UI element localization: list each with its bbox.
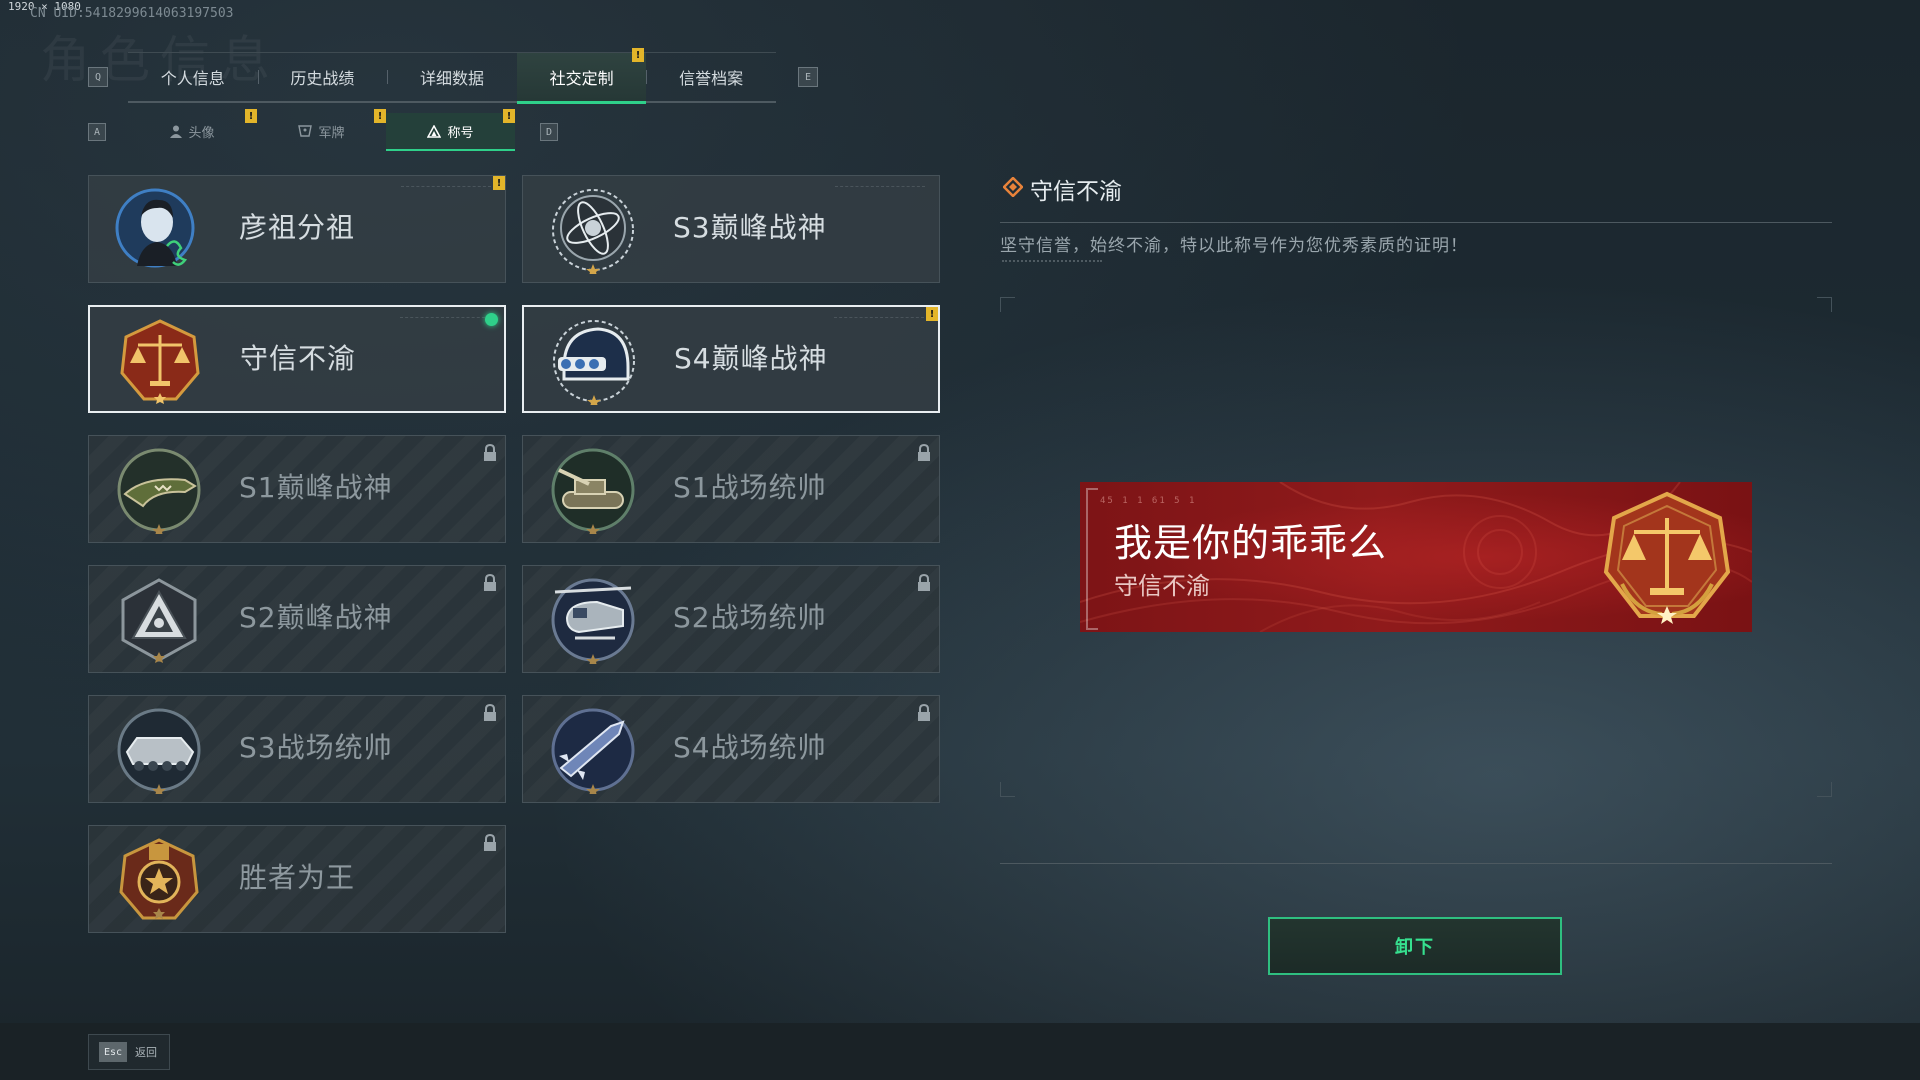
card-decoration [834,317,924,320]
person-icon [170,125,183,138]
detail-title: 守信不渝 [1030,179,1122,205]
lock-icon [918,704,930,721]
tab-alert-badge: ! [632,48,644,62]
title-card-locked[interactable]: S1巅峰战神 [88,435,506,543]
missile-emblem [551,708,635,794]
title-name: S4战场统帅 [673,731,827,764]
lock-icon [484,834,496,851]
subtab-dogtag[interactable]: 军牌 ! [257,109,386,149]
title-card[interactable]: S3巅峰战神 [522,175,940,283]
justice-scales-emblem [120,319,200,404]
diamond-icon [1003,177,1023,197]
title-name: S1战场统帅 [673,471,827,504]
subtab-dogtag-label: 军牌 [318,125,345,141]
title-name: S2巅峰战神 [239,601,393,634]
plate-bracket [1086,488,1098,630]
armillary-globe-emblem [552,189,634,274]
plate-title: 守信不渝 [1114,572,1210,600]
armored-vehicle-emblem [117,708,201,794]
footer-bar [0,1023,1920,1080]
subtab-alert-badge: ! [245,109,257,123]
title-card-locked[interactable]: 胜者为王 [88,825,506,933]
tab-social-customization[interactable]: 社交定制 [516,53,647,104]
nameplate-preview: 45 1 1 61 5 1 我是你的乖乖么 守信不渝 [1080,482,1752,632]
tab-detailed-stats[interactable]: 详细数据 [387,53,517,101]
next-subtab-key-hint[interactable]: D [540,123,558,141]
detail-bottom-divider [1000,863,1832,864]
tab-credit-record[interactable]: 信誉档案 [646,53,776,101]
card-decoration [400,317,490,320]
main-tab-bar: 个人信息 历史战绩 详细数据 社交定制 信誉档案 [128,52,776,104]
portrait-signature-emblem [115,188,195,268]
card-decoration [401,186,491,189]
back-button[interactable]: Esc 返回 [88,1034,170,1070]
hazard-triangle-emblem [121,578,197,663]
lock-icon [484,704,496,721]
subtab-title[interactable]: 称号 ! [386,109,515,151]
detail-divider [1000,222,1832,223]
title-name: S2战场统帅 [673,601,827,634]
title-card[interactable]: 彦祖分祖 ! [88,175,506,283]
tab-match-history[interactable]: 历史战绩 [257,53,388,101]
equipped-indicator-dot [485,313,498,326]
title-card-selected[interactable]: S4巅峰战神 ! [522,305,940,413]
back-label: 返回 [135,1046,157,1059]
title-name: S1巅峰战神 [239,471,393,504]
lock-icon [918,574,930,591]
tank-emblem [551,448,635,534]
title-card-locked[interactable]: S1战场统帅 [522,435,940,543]
justice-scales-emblem [1603,491,1731,624]
description-decoration [1002,260,1102,266]
player-name: 我是你的乖乖么 [1114,521,1388,565]
title-card-locked[interactable]: S2战场统帅 [522,565,940,673]
title-name: 彦祖分祖 [239,211,356,244]
prev-tab-key-hint[interactable]: Q [88,67,108,87]
triangle-icon [427,124,442,138]
detail-description: 坚守信誉，始终不渝，特以此称号作为您优秀素质的证明！ [1000,236,1468,256]
new-alert-badge: ! [926,307,938,321]
subtab-avatar-label: 头像 [188,125,215,141]
title-name: S3巅峰战神 [673,211,827,244]
next-tab-key-hint[interactable]: E [798,67,818,87]
crocodile-emblem [117,448,201,534]
title-name: 守信不渝 [240,342,357,375]
esc-key-hint: Esc [99,1042,127,1062]
subtab-alert-badge: ! [374,109,386,123]
lock-icon [484,574,496,591]
subtab-avatar[interactable]: 头像 ! [128,109,257,149]
sub-tab-bar: 头像 ! 军牌 ! 称号 ! [128,109,515,151]
tab-personal-info[interactable]: 个人信息 [128,53,258,101]
lock-icon [484,444,496,461]
title-card-equipped[interactable]: 守信不渝 [88,305,506,413]
title-name: 胜者为王 [239,861,356,894]
uid-label: CN UID:5418299614063197503 [30,6,234,21]
unequip-button[interactable]: 卸下 [1268,917,1562,975]
title-card-locked[interactable]: S3战场统帅 [88,695,506,803]
subtab-alert-badge: ! [503,109,515,123]
title-name: S4巅峰战神 [674,342,828,375]
medal-star-emblem [119,838,199,920]
prev-subtab-key-hint[interactable]: A [88,123,106,141]
lock-icon [918,444,930,461]
night-vision-helmet-emblem [553,320,635,405]
card-decoration [835,186,925,189]
dogtag-icon [298,125,313,137]
title-card-locked[interactable]: S4战场统帅 [522,695,940,803]
title-name: S3战场统帅 [239,731,393,764]
subtab-title-label: 称号 [447,125,474,141]
helicopter-emblem [551,578,635,664]
new-alert-badge: ! [493,176,505,190]
plate-code: 45 1 1 61 5 1 [1100,496,1197,506]
title-card-locked[interactable]: S2巅峰战神 [88,565,506,673]
